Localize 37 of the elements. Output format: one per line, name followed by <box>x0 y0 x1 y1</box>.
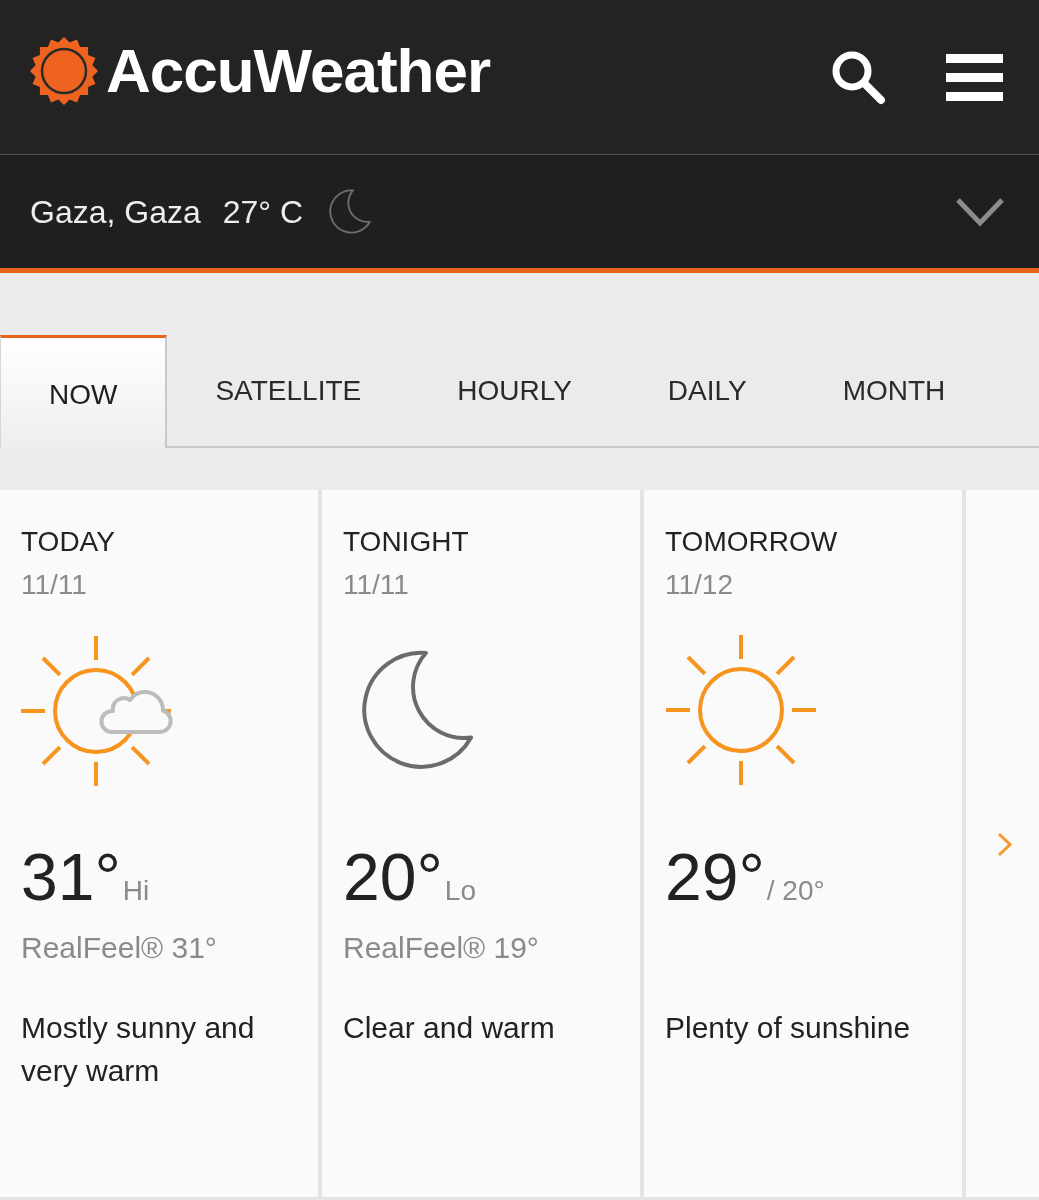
menu-icon[interactable] <box>946 53 1003 101</box>
card-title: TODAY <box>21 525 115 559</box>
moon-icon <box>362 650 476 770</box>
forecast-phrase: Mostly sunny and very warm <box>21 1010 256 1089</box>
card-date: 11/11 <box>21 568 87 602</box>
sun-icon <box>664 634 818 788</box>
tab[interactable]: HOURLY <box>409 335 620 448</box>
forecast-card[interactable]: TONIGHT 11/11 20°Lo RealFeel® 19° Clear and warm <box>322 490 640 1197</box>
tab[interactable]: NOW <box>0 335 168 448</box>
sun-logo-icon <box>30 37 98 105</box>
search-icon[interactable] <box>830 49 886 105</box>
card-title: TOMORROW <box>665 525 838 559</box>
realfeel-text: RealFeel® 31° <box>21 930 217 966</box>
forecast-phrase: Clear and warm <box>343 1010 556 1046</box>
temperature: 29° <box>665 844 765 910</box>
location-bar[interactable]: Gaza, Gaza 27° C <box>0 155 1039 273</box>
card-date: 11/12 <box>665 568 733 602</box>
forecast-card[interactable]: TOMORROW 11/12 29°/ 20° Plenty of sunshine <box>644 490 962 1197</box>
temperature-suffix: Hi <box>122 877 150 905</box>
tab[interactable]: MONTH <box>794 335 994 448</box>
temperature: 20° <box>343 844 443 910</box>
card-title: TONIGHT <box>343 525 469 559</box>
temperature: 31° <box>21 844 121 910</box>
forecast-card[interactable]: TODAY 11/11 31°Hi RealFeel® 31° Mostly sunny and very warm <box>0 490 318 1197</box>
location-name: Gaza, Gaza <box>30 195 201 228</box>
chevron-down-icon[interactable] <box>955 196 1005 227</box>
card-date: 11/11 <box>343 568 409 602</box>
tab[interactable]: DAILY <box>619 335 795 448</box>
partly-sunny-icon <box>20 634 174 788</box>
realfeel-text: RealFeel® 19° <box>343 930 539 966</box>
tab[interactable]: SATELLITE <box>167 335 410 448</box>
forecast-phrase: Plenty of sunshine <box>665 1010 912 1046</box>
temperature-suffix: / 20° <box>766 877 825 905</box>
current-temperature: 27° C <box>222 195 304 228</box>
temperature-suffix: Lo <box>444 877 476 905</box>
logo-text: AccuWeather <box>106 40 491 102</box>
moon-icon <box>329 188 373 235</box>
